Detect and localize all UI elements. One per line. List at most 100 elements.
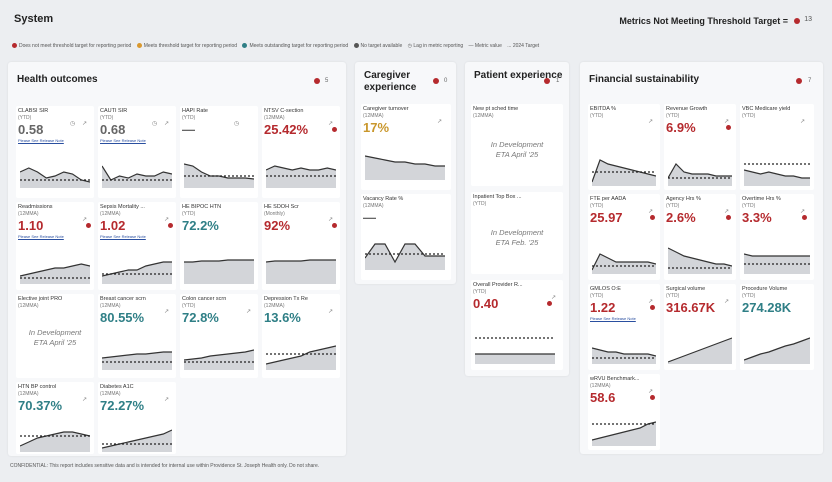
tile-agency-hrs[interactable]: Agency Hrs % (YTD) ↗ 2.6% [664, 194, 736, 280]
tile-cauti[interactable]: CAUTI SIR (YTD) ◷ ↗ 0.68 Please See Rele… [98, 106, 176, 198]
tile-overall-provider[interactable]: Overall Provider R... (YTD) ↗ 0.40 [471, 280, 563, 370]
red-dot-icon [12, 43, 17, 49]
tile-name: Breast cancer scrn [100, 296, 146, 302]
in-development-note: In Development ETA April '25 [490, 140, 544, 159]
external-link-icon[interactable]: ↗ [246, 308, 251, 315]
tile-new-pt-sched[interactable]: New pt sched time (12MMA) In Development… [471, 104, 563, 186]
tile-ntsv[interactable]: NTSV C-section (12MMA) ↗ 25.42% [262, 106, 340, 198]
tile-value: 1.02 [100, 218, 126, 233]
legend-item-lag: ◷ Lag in metric reporting [407, 43, 464, 49]
red-status-dot [650, 215, 655, 220]
external-link-icon[interactable]: ↗ [648, 208, 653, 215]
sparkline-chart [266, 259, 336, 284]
dashboard-page: System Metrics Not Meeting Threshold Tar… [0, 0, 832, 482]
tile-value: 3.3% [742, 210, 772, 225]
tile-period: (YTD) [18, 115, 32, 121]
external-link-icon[interactable]: ↗ [164, 120, 169, 127]
tile-elective-joint[interactable]: Elective joint PRO (12MMA) In Developmen… [16, 294, 94, 378]
tile-clabsi[interactable]: CLABSI SIR (YTD) ◷ ↗ 0.58 Please See Rel… [16, 106, 94, 198]
tile-htn-bp[interactable]: HTN BP control (12MMA) ↗ 70.37% [16, 382, 94, 454]
tile-caregiver-turnover[interactable]: Caregiver turnover (12MMA) ↗ 17% [361, 104, 451, 190]
top-bar: System Metrics Not Meeting Threshold Tar… [10, 8, 822, 38]
tile-diabetes[interactable]: Diabetes A1C (12MMA) ↗ 72.27% [98, 382, 176, 454]
red-status-dot [794, 18, 800, 24]
sparkline-line [744, 253, 810, 257]
tile-colon-cancer[interactable]: Colon cancer scrn (YTD) ↗ 72.8% [180, 294, 258, 378]
sparkline-chart [184, 163, 254, 188]
external-link-icon[interactable]: ↗ [82, 120, 87, 127]
tile-revenue-growth[interactable]: Revenue Growth (YTD) ↗ 6.9% [664, 104, 736, 190]
tile-vbc-medicare[interactable]: VBC Medicare yield (YTD) ↗ [740, 104, 814, 190]
tile-period: (12MMA) [100, 391, 121, 397]
tile-hapi[interactable]: HAPI Rate (YTD) ◷ — [180, 106, 258, 198]
tile-name: FTE per AADA [590, 196, 627, 202]
external-link-icon[interactable]: ↗ [724, 118, 729, 125]
sparkline-chart [744, 163, 810, 186]
legend: Does not meet threshold target for repor… [12, 43, 822, 53]
external-link-icon[interactable]: ↗ [164, 396, 169, 403]
tile-name: CLABSI SIR [18, 108, 49, 114]
sparkline-chart [20, 431, 90, 452]
release-note-link[interactable]: Please See Release Note [18, 138, 64, 143]
panel-health-outcomes: Health outcomes 5 CLABSI SIR (YTD) ◷ ↗ 0… [8, 62, 346, 456]
sparkline-chart [365, 155, 445, 180]
red-status-dot [544, 78, 550, 84]
sparkline-chart [102, 429, 172, 452]
release-note-link[interactable]: Please See Release Note [100, 138, 146, 143]
tile-ebitda[interactable]: EBITDA % (YTD) ↗ [588, 104, 660, 190]
release-note-link[interactable]: Please See Release Note [590, 316, 636, 321]
external-link-icon[interactable]: ↗ [328, 308, 333, 315]
external-link-icon[interactable]: ↗ [724, 208, 729, 215]
tile-readmissions[interactable]: Readmissions (12MMA) ↗ 1.10 Please See R… [16, 202, 94, 290]
tile-inpatient-top-box[interactable]: Inpatient Top Box ... (YTD) In Developme… [471, 192, 563, 274]
sparkline-chart [592, 253, 656, 274]
sparkline-chart [668, 163, 732, 186]
tile-value: 13.6% [264, 310, 301, 325]
tile-overtime-hrs[interactable]: Overtime Hrs % (YTD) ↗ 3.3% [740, 194, 814, 280]
external-link-icon[interactable]: ↗ [437, 118, 442, 125]
external-link-icon[interactable]: ↗ [648, 118, 653, 125]
tile-depression[interactable]: Depression Tx Re (12MMA) ↗ 13.6% [262, 294, 340, 378]
tile-vacancy-rate[interactable]: Vacancy Rate % (12MMA) — [361, 194, 451, 280]
legend-item-target: ... 2024 Target [507, 43, 540, 49]
tile-wrvu-benchmark[interactable]: wRVU Benchmark... (12MMA) ↗ 58.6 [588, 374, 660, 450]
tile-period: (YTD) [590, 293, 604, 299]
tile-fte-per-aada[interactable]: FTE per AADA (YTD) ↗ 25.97 [588, 194, 660, 280]
external-link-icon[interactable]: ↗ [648, 298, 653, 305]
external-link-icon[interactable]: ↗ [164, 308, 169, 315]
orange-dot-icon [136, 43, 142, 49]
external-link-icon[interactable]: ↗ [800, 118, 805, 125]
tile-name: Colon cancer scrn [182, 296, 227, 302]
tile-name: Overtime Hrs % [742, 196, 781, 202]
tile-period: (12MMA) [18, 211, 39, 217]
release-note-link[interactable]: Please See Release Note [18, 234, 64, 239]
tile-gmlos[interactable]: GMLOS O:E (YTD) ↗ 1.22 Please See Releas… [588, 284, 660, 370]
external-link-icon[interactable]: ↗ [164, 216, 169, 223]
external-link-icon[interactable]: ↗ [724, 298, 729, 305]
external-link-icon[interactable]: ↗ [328, 120, 333, 127]
external-link-icon[interactable]: ↗ [328, 216, 333, 223]
tile-name: EBITDA % [590, 106, 616, 112]
tile-surgical-volume[interactable]: Surgical volume (YTD) ↗ 316.67K [664, 284, 736, 370]
red-status-dot [332, 223, 337, 228]
external-link-icon[interactable]: ↗ [551, 294, 556, 301]
release-note-link[interactable]: Please See Release Note [100, 234, 146, 239]
tile-period: (12MMA) [18, 391, 39, 397]
tile-name: Sepsis Mortality ... [100, 204, 145, 210]
tile-breast-cancer[interactable]: Breast cancer scrn (12MMA) ↗ 80.55% [98, 294, 176, 378]
external-link-icon[interactable]: ↗ [82, 396, 87, 403]
external-link-icon[interactable]: ↗ [648, 388, 653, 395]
tile-value: 0.40 [473, 296, 499, 311]
tile-procedure-volume[interactable]: Procedure Volume (YTD) 274.28K [740, 284, 814, 370]
tile-sepsis[interactable]: Sepsis Mortality ... (12MMA) ↗ 1.02 Plea… [98, 202, 176, 290]
legend-item-metric-value: — Metric value [468, 43, 502, 49]
tile-sdoh[interactable]: HE SDOH Scr (Monthly) ↗ 92% [262, 202, 340, 290]
sparkline-chart [592, 159, 656, 186]
panel-count-caregiver: 0 [444, 78, 448, 84]
tile-period: (12MMA) [18, 303, 39, 309]
tile-bipoc[interactable]: HE BIPOC HTN (YTD) 72.2% [180, 202, 258, 290]
external-link-icon[interactable]: ↗ [82, 216, 87, 223]
external-link-icon[interactable]: ↗ [800, 208, 805, 215]
tile-name: Diabetes A1C [100, 384, 134, 390]
sparkline-area [266, 166, 336, 188]
